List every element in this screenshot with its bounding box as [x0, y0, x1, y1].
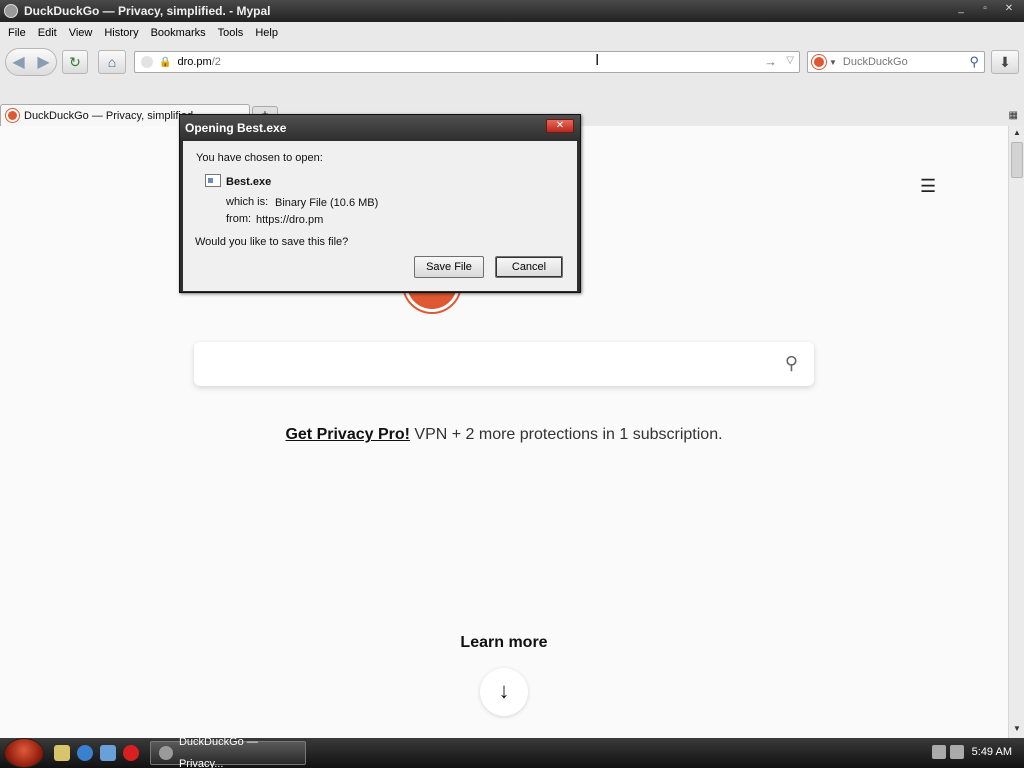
scroll-down-arrow-icon[interactable]: ▼ [1009, 724, 1024, 738]
which-is-value: Binary File (10.6 MB) [275, 197, 379, 209]
mypal-app-icon [4, 4, 18, 18]
down-arrow-icon: ↓ [498, 678, 510, 703]
scrollbar-thumb[interactable] [1011, 142, 1023, 178]
reload-button[interactable]: ↻ [62, 50, 88, 74]
menu-bar: File Edit View History Bookmarks Tools H… [0, 22, 1024, 44]
file-type-icon [205, 174, 221, 187]
minimize-button[interactable]: _ [950, 2, 972, 17]
start-button[interactable] [4, 738, 44, 768]
close-icon: ✕ [555, 120, 565, 131]
save-file-button[interactable]: Save File [414, 256, 484, 278]
from-value: https://dro.pm [256, 214, 324, 226]
search-engine-icon[interactable] [812, 55, 826, 69]
url-text[interactable]: dro.pm/2 [177, 56, 220, 68]
volume-icon[interactable] [950, 745, 964, 759]
scroll-up-arrow-icon[interactable]: ▲ [1009, 128, 1024, 142]
taskbar-item-mypal[interactable]: DuckDuckGo — Privacy... [150, 736, 306, 768]
downloads-button[interactable]: ⬇ [991, 50, 1019, 74]
url-dropdown-icon[interactable]: ▽ [786, 55, 794, 66]
forward-arrow-icon[interactable]: ▶ [31, 52, 56, 72]
go-arrow-icon[interactable]: → [764, 54, 777, 69]
quicklaunch-notes-icon[interactable] [54, 745, 70, 761]
cancel-button[interactable]: Cancel [495, 256, 563, 278]
home-button[interactable]: ⌂ [98, 50, 126, 74]
which-is-label: which is: [226, 196, 269, 208]
back-arrow-icon[interactable]: ◀ [6, 52, 31, 72]
window-title: DuckDuckGo — Privacy, simplified. - Mypa… [24, 4, 271, 18]
menu-tools[interactable]: Tools [212, 27, 250, 39]
clock[interactable]: 5:49 AM [972, 746, 1012, 758]
menu-file[interactable]: File [2, 27, 32, 39]
hamburger-menu-icon[interactable]: ☰ [920, 176, 936, 197]
dialog-body: You have chosen to open: Best.exe which … [183, 141, 577, 291]
search-icon[interactable]: ⚲ [969, 54, 979, 70]
reload-icon: ↻ [69, 53, 81, 70]
window-controls: _ ▫ ✕ [950, 2, 1020, 17]
restore-button[interactable]: ▫ [974, 2, 996, 17]
tab-label: DuckDuckGo — Privacy, simplified. [24, 109, 197, 122]
text-cursor-icon: I [595, 52, 600, 69]
dialog-close-button[interactable]: ✕ [546, 119, 574, 133]
mypal-taskbar-icon [159, 746, 173, 760]
menu-bookmarks[interactable]: Bookmarks [145, 27, 212, 39]
home-icon: ⌂ [107, 54, 117, 70]
network-icon[interactable] [932, 745, 946, 759]
download-arrow-icon: ⬇ [999, 53, 1011, 70]
menu-help[interactable]: Help [249, 27, 284, 39]
save-question: Would you like to save this file? [195, 236, 349, 248]
lock-icon: 🔒 [159, 56, 172, 68]
menu-edit[interactable]: Edit [32, 27, 63, 39]
duckduckgo-favicon-icon [6, 109, 19, 122]
engine-dropdown-icon[interactable]: ▼ [829, 58, 837, 67]
site-identity-icon[interactable] [141, 56, 153, 68]
dialog-filename: Best.exe [226, 176, 272, 188]
quicklaunch-opera-icon[interactable] [123, 745, 139, 761]
url-path: /2 [211, 56, 221, 68]
from-label: from: [226, 213, 252, 225]
get-privacy-pro-link[interactable]: Get Privacy Pro! [285, 426, 410, 443]
dialog-title: Opening Best.exe [180, 115, 580, 141]
back-forward-group: ◀ ▶ [5, 48, 57, 76]
vertical-scrollbar[interactable]: ▲ ▼ [1008, 126, 1024, 738]
url-bar[interactable]: 🔒 dro.pm/2 → ▽ [134, 51, 800, 73]
window-titlebar: DuckDuckGo — Privacy, simplified. - Mypa… [0, 0, 1024, 22]
quicklaunch-ie-icon[interactable] [77, 745, 93, 761]
navigation-toolbar: ◀ ▶ ↻ ⌂ 🔒 dro.pm/2 → ▽ ▼ DuckDuckGo ⚲ ⬇ [0, 44, 1024, 80]
menu-view[interactable]: View [63, 27, 99, 39]
privacy-pro-promo: Get Privacy Pro! VPN + 2 more protection… [0, 426, 1008, 444]
close-window-button[interactable]: ✕ [998, 2, 1020, 17]
taskbar: DuckDuckGo — Privacy... 5:49 AM [0, 736, 1024, 768]
tab-list-icon[interactable]: ▦ [1009, 110, 1018, 121]
search-bar[interactable]: ▼ DuckDuckGo ⚲ [807, 51, 985, 73]
main-search-input[interactable]: ⚲ [194, 342, 814, 386]
scroll-down-button[interactable]: ↓ [480, 668, 528, 716]
dialog-intro: You have chosen to open: [196, 152, 323, 164]
menu-history[interactable]: History [98, 27, 144, 39]
search-placeholder: DuckDuckGo [842, 56, 908, 68]
taskbar-item-label: DuckDuckGo — Privacy... [178, 736, 258, 768]
opening-file-dialog: Opening Best.exe ✕ You have chosen to op… [179, 114, 581, 293]
system-tray [932, 745, 964, 759]
url-host: dro.pm [177, 56, 212, 68]
quicklaunch-explorer-icon[interactable] [100, 745, 116, 761]
promo-text: VPN + 2 more protections in 1 subscripti… [409, 426, 723, 443]
search-icon[interactable]: ⚲ [785, 353, 798, 374]
learn-more-heading: Learn more [460, 634, 548, 651]
